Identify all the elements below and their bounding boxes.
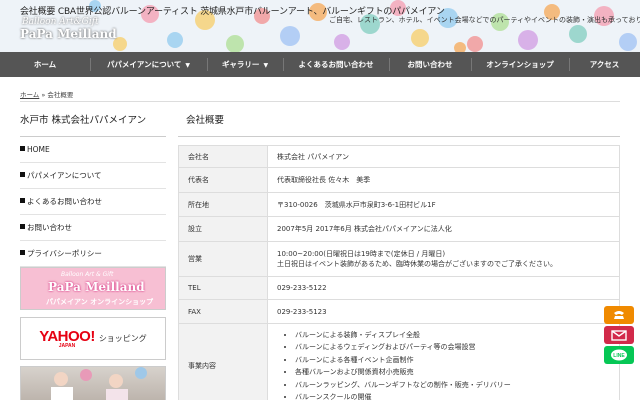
- row-label: TEL: [178, 276, 268, 300]
- row-label: 代表名: [178, 167, 268, 193]
- sidebar-link-faq[interactable]: よくあるお問い合わせ: [20, 189, 166, 215]
- divider: [20, 101, 620, 102]
- fax-value: 029-233-5123: [267, 299, 620, 324]
- list-item: 各種バルーンおよび関係資材小売販売: [295, 366, 619, 379]
- business-list: バルーンによる装飾・ディスプレイ全般 バルーンによるウェディングおよびパーティ等…: [277, 329, 619, 400]
- table-row: 事業内容 バルーンによる装飾・ディスプレイ全般 バルーンによるウェディングおよび…: [178, 323, 620, 400]
- list-item: バルーンによる各種イベント企画制作: [295, 354, 619, 367]
- row-label: 事業内容: [178, 323, 268, 400]
- breadcrumb-home-link[interactable]: ホーム: [20, 91, 39, 99]
- nav-faq[interactable]: よくあるお問い合わせ: [283, 52, 389, 77]
- yahoo-banner-text: ショッピング: [98, 334, 147, 343]
- list-item: バルーンによる装飾・ディスプレイ全般: [295, 329, 619, 342]
- nav-contact[interactable]: お問い合わせ: [389, 52, 471, 77]
- list-item: バルーンスクールの開催: [295, 391, 619, 400]
- table-row: TEL 029-233-5122: [178, 276, 620, 300]
- sidebar-link-about[interactable]: パパメイアンについて: [20, 163, 166, 189]
- header-subtext: ご自宅、レストラン、ホテル、イベント会場などでのパーティやイベントの装飾・演出も…: [329, 16, 640, 24]
- main-nav: ホーム パパメイアンについて ▼ ギャラリー ▼ よくあるお問い合わせ お問い合わせ…: [0, 52, 640, 77]
- row-label: 所在地: [178, 192, 268, 217]
- hours-note: 土日祝日はイベント装飾があるため、臨時休業の場合がございますのでご了承ください。: [277, 260, 557, 268]
- line-label: LINE: [613, 353, 625, 359]
- square-bullet-icon: [20, 198, 25, 203]
- table-row: 代表名 代表取締役社長 佐々木 美季: [178, 167, 620, 193]
- company-info-table: 会社名 株式会社 パパメイアン 代表名 代表取締役社長 佐々木 美季 所在地 〒310…: [178, 145, 620, 400]
- table-row: FAX 029-233-5123: [178, 299, 620, 324]
- yahoo-shopping-banner[interactable]: YAHOO! JAPAN ショッピング: [20, 317, 166, 360]
- square-bullet-icon: [20, 146, 25, 151]
- sidebar-link-contact[interactable]: お問い合わせ: [20, 215, 166, 241]
- site-logo[interactable]: PaPa Meilland: [20, 27, 117, 41]
- sidebar-link-privacy[interactable]: プライバシーポリシー: [20, 241, 166, 267]
- row-value: 〒310-0026 茨城県水戸市泉町3-6-1田村ビル1F: [267, 192, 620, 217]
- logo-subtitle: Balloon Art&Gift: [22, 17, 99, 27]
- sidebar-title: 水戸市 株式会社パパメイアン: [20, 112, 166, 137]
- sidebar: 水戸市 株式会社パパメイアン HOME パパメイアンについて よくあるお問い合わ…: [20, 112, 166, 400]
- nav-online-shop[interactable]: オンラインショップ: [471, 52, 569, 77]
- nav-gallery[interactable]: ギャラリー ▼: [207, 52, 283, 77]
- caret-down-icon: ▼: [263, 62, 269, 69]
- row-label: 営業: [178, 241, 268, 277]
- hours-line: 10:00~20:00(日曜祝日は19時まで(定休日 / 月曜日): [277, 250, 446, 258]
- shop-banner-text: パパメイアン オンラインショップ: [46, 298, 154, 306]
- yahoo-logo: YAHOO! JAPAN: [39, 328, 95, 349]
- caret-down-icon: ▼: [185, 62, 191, 69]
- table-row: 設立 2007年5月 2017年6月 株式会社パパメイアンに法人化: [178, 216, 620, 242]
- tel-value[interactable]: 029-233-5122: [267, 276, 620, 300]
- online-shop-banner[interactable]: Balloon Art & Gift PaPa Meilland パパメイアン …: [20, 267, 166, 310]
- nav-home[interactable]: ホーム: [0, 52, 90, 77]
- header-banner: 会社概要 CBA世界公認バルーンアーティスト 茨城県水戸市バルーンアート、バルー…: [0, 0, 640, 52]
- table-row: 所在地 〒310-0026 茨城県水戸市泉町3-6-1田村ビル1F: [178, 192, 620, 217]
- row-label: FAX: [178, 299, 268, 324]
- mail-icon: [611, 329, 627, 341]
- square-bullet-icon: [20, 172, 25, 177]
- nav-about[interactable]: パパメイアンについて ▼: [90, 52, 207, 77]
- square-bullet-icon: [20, 250, 25, 255]
- shop-banner-tagline: Balloon Art & Gift: [61, 271, 114, 278]
- nav-access[interactable]: アクセス: [569, 52, 640, 77]
- breadcrumb-current: 会社概要: [47, 91, 74, 99]
- phone-icon: [614, 311, 624, 319]
- shop-banner-logo: PaPa Meilland: [48, 280, 145, 294]
- breadcrumb: ホーム » 会社概要: [20, 89, 73, 99]
- row-value: 株式会社 パパメイアン: [267, 145, 620, 168]
- sidebar-link-home[interactable]: HOME: [20, 137, 166, 163]
- list-item: バルーンによるウェディングおよびパーティ等の会場設営: [295, 341, 619, 354]
- row-value: 10:00~20:00(日曜祝日は19時まで(定休日 / 月曜日) 土日祝日はイベ…: [267, 241, 620, 277]
- row-value: バルーンによる装飾・ディスプレイ全般 バルーンによるウェディングおよびパーティ等…: [267, 323, 620, 400]
- table-row: 営業 10:00~20:00(日曜祝日は19時まで(定休日 / 月曜日) 土日祝日…: [178, 241, 620, 277]
- phone-button[interactable]: [604, 306, 634, 324]
- row-value: 2007年5月 2017年6月 株式会社パパメイアンに法人化: [267, 216, 620, 242]
- page-title: 会社概要: [178, 112, 620, 137]
- list-item: バルーンラッピング、バルーンギフトなどの制作・販売・デリバリー: [295, 379, 619, 392]
- line-icon: LINE: [611, 349, 627, 360]
- table-row: 会社名 株式会社 パパメイアン: [178, 145, 620, 168]
- row-label: 会社名: [178, 145, 268, 168]
- shop-photo-banner[interactable]: [20, 366, 166, 400]
- shop-photo-image: [51, 367, 147, 400]
- row-value: 代表取締役社長 佐々木 美季: [267, 167, 620, 193]
- line-button[interactable]: LINE: [604, 346, 634, 364]
- square-bullet-icon: [20, 224, 25, 229]
- main-content: 会社概要 会社名 株式会社 パパメイアン 代表名 代表取締役社長 佐々木 美季 所在…: [178, 112, 620, 400]
- row-label: 設立: [178, 216, 268, 242]
- mail-button[interactable]: [604, 326, 634, 344]
